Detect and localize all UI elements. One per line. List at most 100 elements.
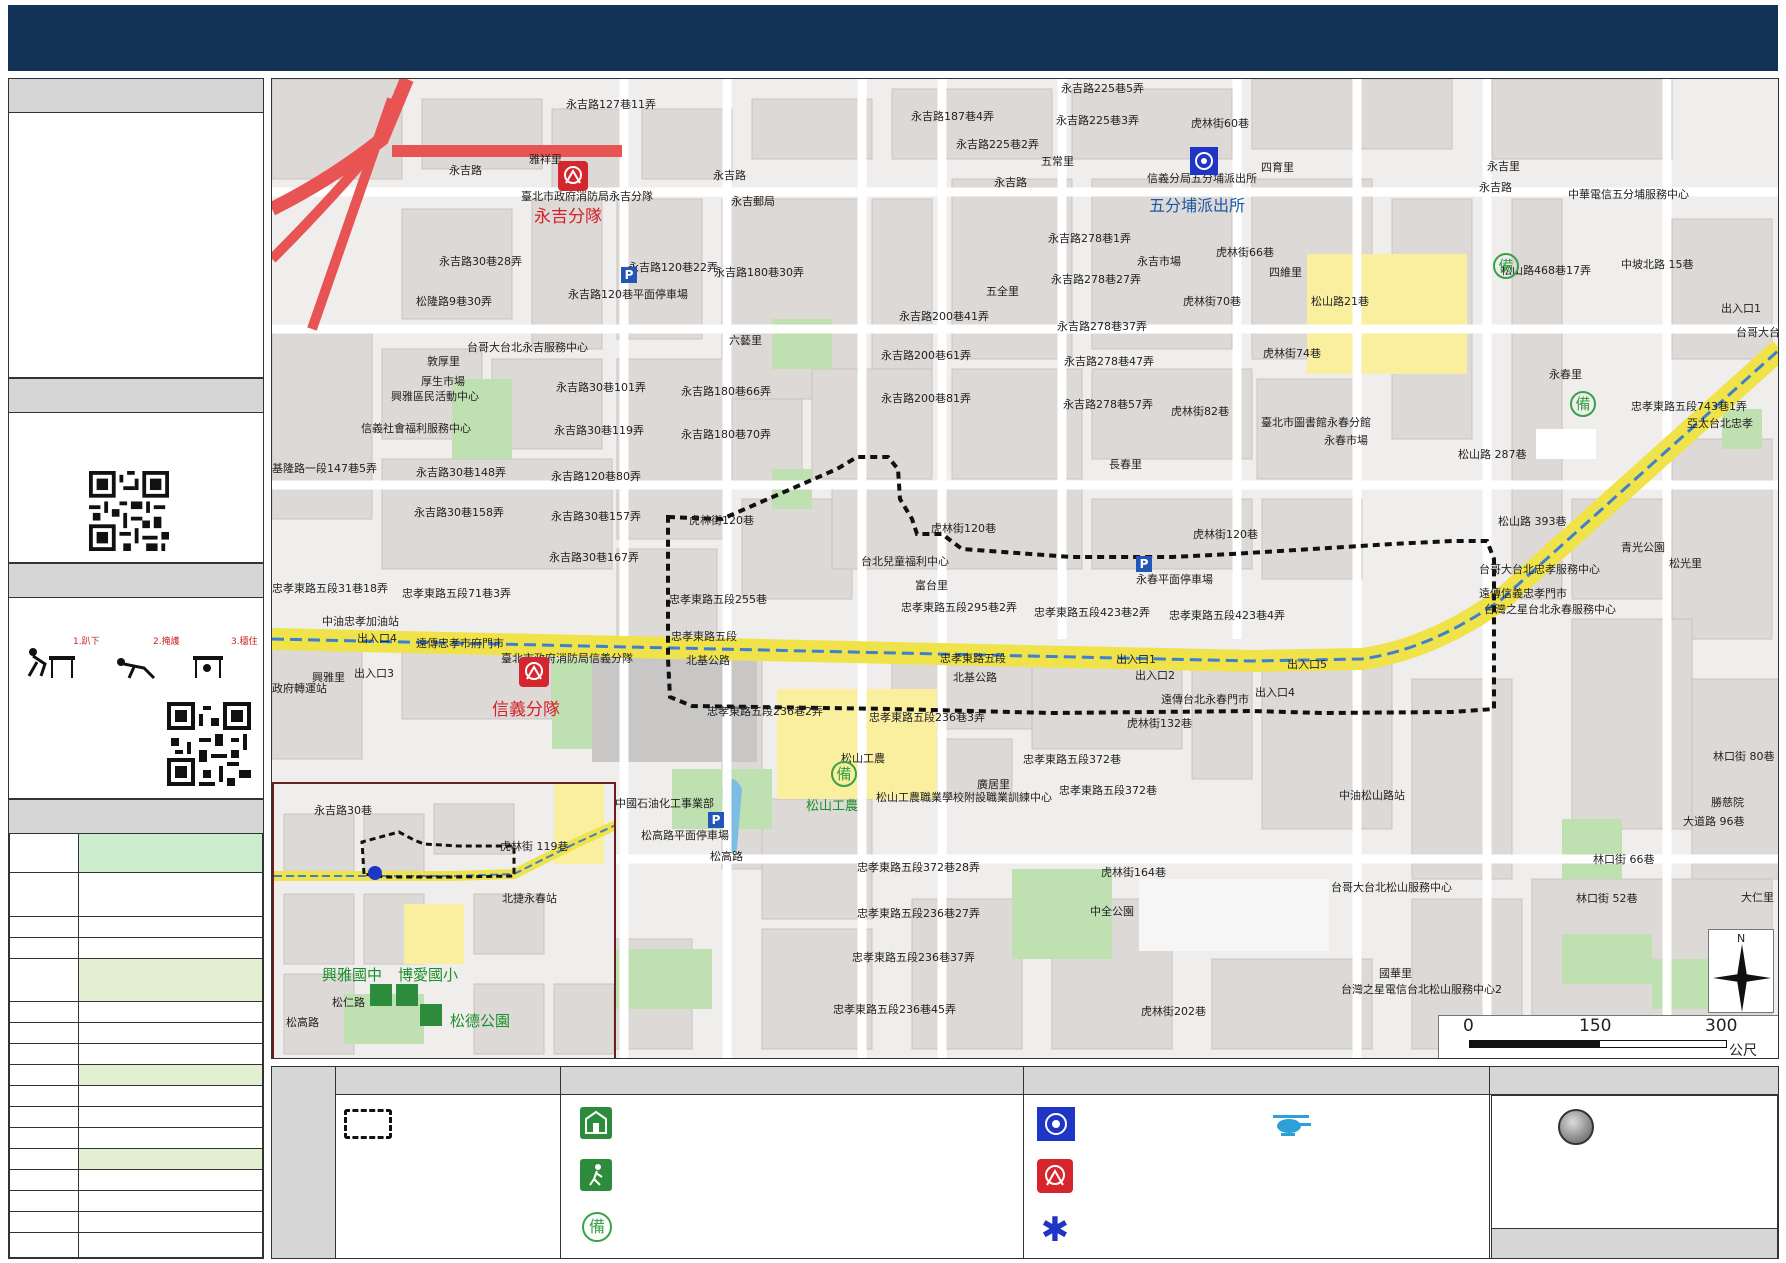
road-label: 林口街 66巷 [1593,853,1655,866]
legend-title-column [272,1067,336,1258]
road-label: 忠孝東路五段372巷 [1059,784,1157,797]
standby-site-icon[interactable]: 備 [831,761,857,787]
road-label: 永吉路187巷4弄 [911,110,994,123]
place-label: 信義社會福利服務中心 [361,422,471,435]
road-label: 永吉路225巷3弄 [1056,114,1139,127]
hold-step: 3.穩住 [189,637,258,682]
facility-label: 松山工農 [806,799,859,814]
place-label: 永吉里 [1487,160,1520,173]
cover-step-label: 2.掩護 [153,637,180,647]
place-label: 興雅區民活動中心 [391,390,479,403]
legend-header-row [336,1067,1778,1095]
place-label: 四育里 [1261,161,1294,174]
place-label: 長春里 [1109,458,1142,471]
inset-label: 松德公園 [450,1012,511,1030]
info-row [9,1022,79,1044]
place-label: 四維里 [1269,266,1302,279]
road-label: 永吉路30巷158弄 [414,506,504,519]
parking-icon[interactable]: P [1136,556,1152,572]
park-evac-icon[interactable] [420,1004,442,1026]
cover-step: 2.掩護 [109,637,180,682]
road-label: 虎林街82巷 [1171,405,1229,418]
road-label: 忠孝東路五段236巷2弄 [707,705,823,718]
info-row [78,1085,263,1107]
info-row [78,872,263,917]
info-row [9,1064,79,1086]
place-label: 五常里 [1041,155,1074,168]
info-table [9,833,263,1258]
medical-icon: ✱ [1040,1210,1070,1250]
road-label: 永吉路180巷70弄 [681,428,771,441]
road-label: 虎林街120巷 [931,522,996,535]
place-label: 出入口2 [1135,669,1175,682]
info-row [78,1190,263,1212]
title-bar [8,5,1778,71]
place-label: 中華電信五分埔服務中心 [1568,188,1689,201]
place-label: 中油松山路站 [1339,789,1405,802]
scale-tick-label: 150 [1579,1016,1612,1036]
road-label: 永吉路 [713,169,746,182]
road-label: 永吉路278巷47弄 [1064,355,1154,368]
info-row [9,1190,79,1212]
road-label: 忠孝東路五段236巷3弄 [869,711,985,724]
shelter-icon[interactable] [370,984,392,1006]
inset-label: 博愛國小 [398,966,459,984]
fire-station-icon[interactable] [519,657,549,687]
place-label: 出入口1 [1721,302,1761,315]
facility-label: 永吉分隊 [534,207,602,227]
qr-code-2[interactable] [167,702,251,786]
police-station-icon[interactable] [1190,147,1218,175]
road-label: 永吉路278巷37弄 [1057,320,1147,333]
parking-icon[interactable]: P [708,812,724,828]
shelter-icon [580,1107,612,1139]
road-label: 永吉路30巷119弄 [554,424,644,437]
road-label: 虎林街74巷 [1263,347,1321,360]
info-row [78,1043,263,1065]
place-label: 大仁里 [1741,891,1774,904]
info-row [9,1211,79,1233]
metro-station-icon[interactable] [368,866,382,880]
road-label: 忠孝東路五段 [940,652,1006,665]
road-label: 永吉路120巷80弄 [551,470,641,483]
shelter-icon[interactable] [396,984,418,1006]
info-row [9,916,79,938]
info-section-3-header [9,564,263,598]
info-row [78,1064,263,1086]
fire-station-icon[interactable] [558,161,588,191]
place-label: 國華里 [1379,967,1412,980]
place-label: 中全公園 [1090,905,1134,918]
road-label: 虎林街66巷 [1216,246,1274,259]
road-label: 中坡北路 15巷 [1621,258,1694,271]
qr-code[interactable] [89,471,169,551]
place-label: 永吉路120巷平面停車場 [568,288,688,301]
info-row [9,1001,79,1023]
place-label: 永春里 [1549,368,1582,381]
info-row [9,1085,79,1107]
info-row [9,1148,79,1170]
place-label: 台哥大台北松山服務中心 [1331,881,1452,894]
info-section-2-header [9,379,263,413]
standby-site-icon[interactable]: 備 [1570,391,1596,417]
info-section-4 [8,799,264,1259]
road-label: 忠孝東路五段372巷 [1023,753,1121,766]
main-map[interactable]: 永吉路127巷11弄 永吉路187巷4弄 永吉路225巷5弄 永吉路225巷3弄 虎林街… [271,78,1779,1059]
road-label: 忠孝東路五段 [671,630,737,643]
place-label: 永吉市場 [1137,255,1181,268]
standby-site-icon[interactable]: 備 [1493,253,1519,279]
place-label: 台哥大台北永吉服務中心 [467,341,588,354]
road-label: 忠孝東路五段743巷1弄 [1631,400,1747,413]
facility-label: 信義分隊 [492,700,560,720]
place-label: 富台里 [915,579,948,592]
place-label: 台哥大台 [1736,326,1779,339]
scale-bar: 0 150 300 公尺 [1438,1015,1778,1058]
road-label: 虎林街70巷 [1183,295,1241,308]
parking-icon[interactable]: P [621,267,637,283]
park-evac-icon [580,1159,612,1191]
road-label: 松山路21巷 [1311,295,1369,308]
inset-map[interactable]: 永吉路30巷 虎林街 119巷 北捷永春站 興雅國中 博愛國小 松德公園 松高路… [272,782,616,1058]
road-label: 忠孝東路五段372巷28弄 [857,861,980,874]
place-label: 六藝里 [729,334,762,347]
road-label: 忠孝東路五段295巷2弄 [901,601,1017,614]
road-label: 永吉路127巷11弄 [566,98,656,111]
blank-area [1139,879,1329,951]
